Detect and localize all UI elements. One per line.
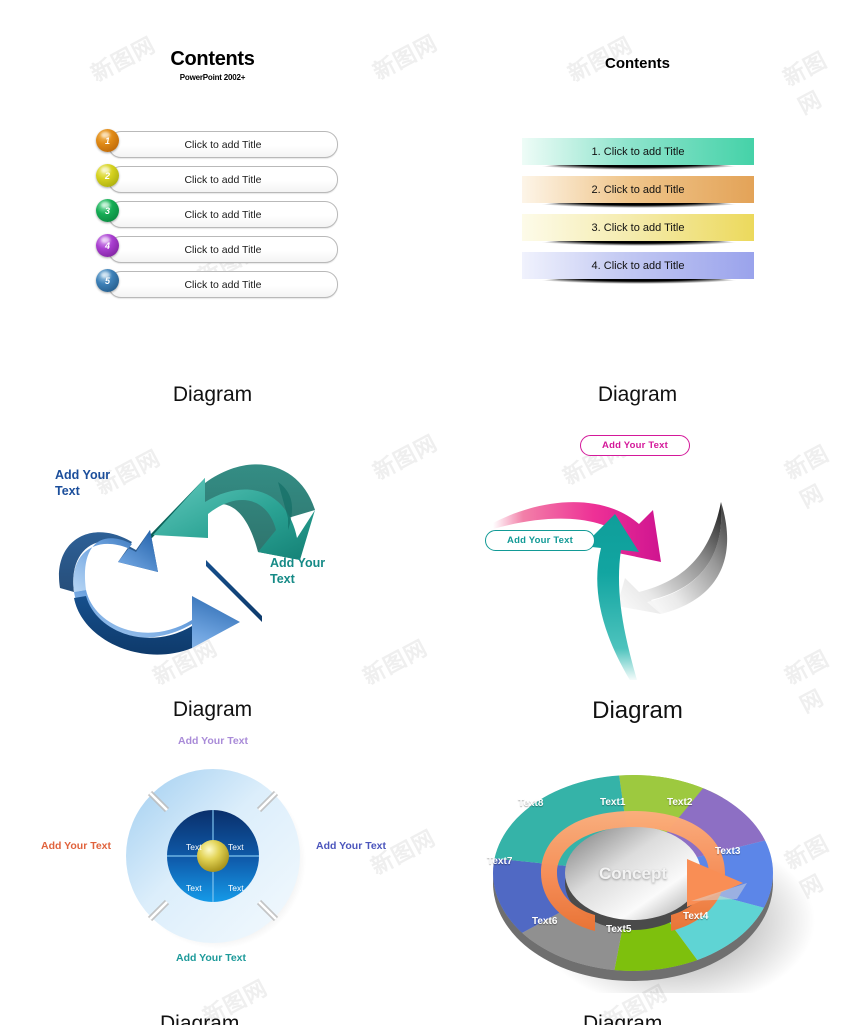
contents-pill-3[interactable]: Click to add Title [108,201,338,228]
page-title: Diagram [172,698,253,721]
page-title: Contents [605,55,670,72]
number-badge-2: 2 [96,164,119,187]
diagram-tag-top[interactable]: Add Your Text [580,435,690,456]
contents-bar-label: 2. Click to add Title [591,183,685,196]
pie-label-text8: Text8 [518,798,544,809]
diagram-label-left: Add Your Text [55,468,111,499]
cyclic-arrows-graphic [58,464,315,655]
contents-pill-5[interactable]: Click to add Title [108,271,338,298]
slide-gallery-page: 新图网 新图网 新图网 新图网 新图网 新图网 新图网 新图网 新图网 新图网 … [0,0,850,1025]
list-item[interactable]: 4. Click to add Title [522,252,754,290]
contents-bar-list: 1. Click to add Title 2. Click to add Ti… [522,138,754,290]
diagram-tag-left[interactable]: Add Your Text [485,530,595,551]
slide-diagram-3d-pie: Diagram Concept Text1 Text2 Text3 Text4 … [425,675,850,995]
number-badge-4: 4 [96,234,119,257]
concentric-circle-graphic [126,769,306,949]
contents-pill-1[interactable]: Click to add Title [108,131,338,158]
list-item[interactable]: 3. Click to add Title [522,214,754,252]
slide-contents-bars: Contents 1. Click to add Title 2. Click … [425,0,850,320]
circle-label-right: Add Your Text [316,840,387,852]
page-title: Diagram [172,383,253,406]
number-badge-1: 1 [96,129,119,152]
page-title-cut-right: Diagram [583,1012,663,1025]
list-item[interactable]: 2. Click to add Title [522,176,754,214]
list-item[interactable]: 1. Click to add Title [522,138,754,176]
slide-diagram-cyclic-arrows: Diagram Add Your Text Add Your Text [0,355,425,675]
inner-text-top-right: Text [228,842,244,852]
pie-label-text2: Text2 [667,797,693,808]
contents-pill-label: Click to add Title [184,208,262,221]
contents-bar-3[interactable]: 3. Click to add Title [522,214,754,241]
page-title-cut-left: Diagram [160,1012,240,1025]
contents-pill-4[interactable]: Click to add Title [108,236,338,263]
contents-bar-label: 1. Click to add Title [591,145,685,158]
contents-pill-label: Click to add Title [184,173,262,186]
contents-pill-label: Click to add Title [184,243,262,256]
slide-diagram-swoosh-arrows: Diagram Add Your Text Add Your Text [425,355,850,680]
pie-label-text3: Text3 [715,846,741,857]
diagram-label-right: Add Your Text [270,556,326,587]
page-title: Diagram [592,697,683,724]
circle-label-top: Add Your Text [178,735,249,747]
number-badge-3: 3 [96,199,119,222]
pie-label-text1: Text1 [600,797,626,808]
circle-label-left: Add Your Text [41,840,112,852]
slide-contents-spheres: Contents PowerPoint 2002+ 1 Click to add… [0,0,425,320]
pie-label-text6: Text6 [532,916,558,927]
page-title: Contents [170,48,255,70]
inner-text-bottom-right: Text [228,883,244,893]
number-badge-5: 5 [96,269,119,292]
tag-label: Add Your Text [507,535,573,546]
pie-label-text4: Text4 [683,911,709,922]
inner-text-bottom-left: Text [186,883,202,893]
page-title: Diagram [597,383,678,406]
circle-label-bottom: Add Your Text [176,952,247,964]
contents-pill-label: Click to add Title [184,138,262,151]
contents-bar-4[interactable]: 4. Click to add Title [522,252,754,279]
contents-pill-2[interactable]: Click to add Title [108,166,338,193]
slide-diagram-concentric-circle: Diagram Text Text Text Text Add Your Tex… [0,675,425,995]
page-subtitle: PowerPoint 2002+ [179,73,246,82]
pie-center-label: Concept [599,864,667,883]
contents-bar-2[interactable]: 2. Click to add Title [522,176,754,203]
contents-pill-label: Click to add Title [184,278,262,291]
inner-text-top-left: Text [186,842,202,852]
pie-label-text5: Text5 [606,924,632,935]
contents-bar-label: 3. Click to add Title [591,221,685,234]
contents-bar-1[interactable]: 1. Click to add Title [522,138,754,165]
contents-bar-label: 4. Click to add Title [591,259,685,272]
pie-label-text7: Text7 [487,856,513,867]
tag-label: Add Your Text [602,440,668,451]
